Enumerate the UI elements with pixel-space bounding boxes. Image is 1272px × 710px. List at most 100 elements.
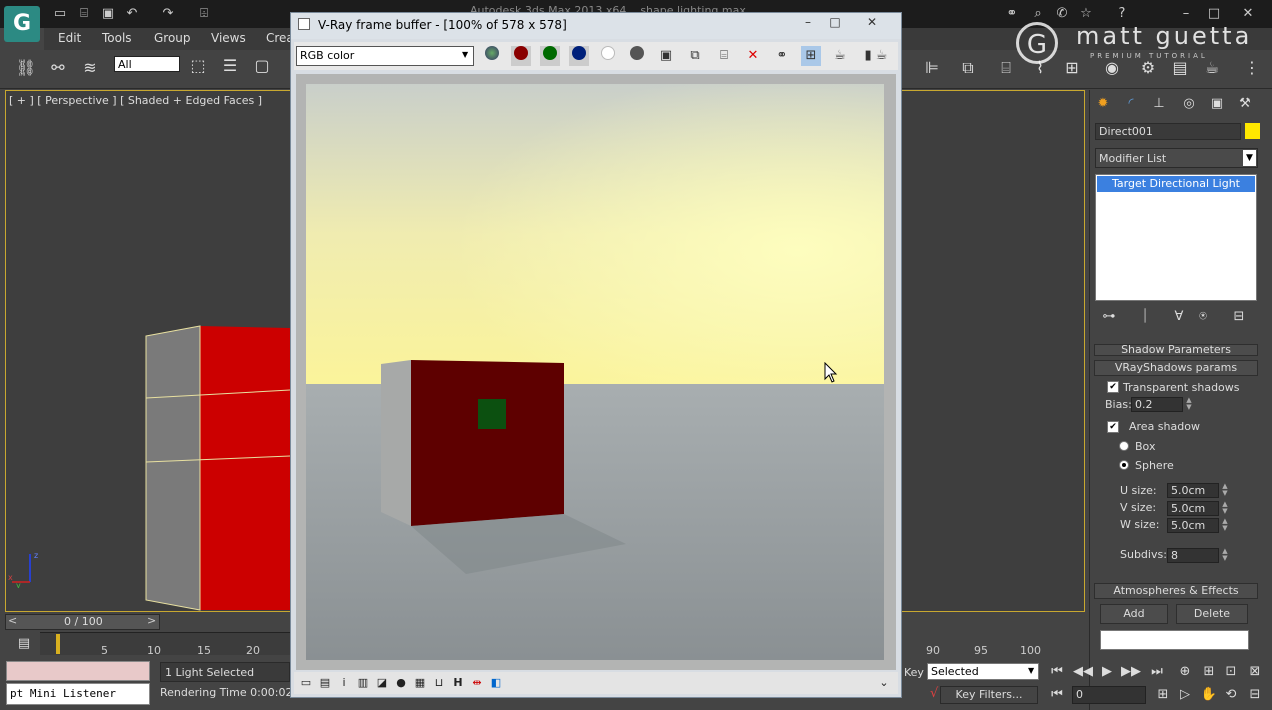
time-slider-prev-icon[interactable]: < [8, 614, 17, 627]
zoom-icon[interactable]: ⊕ [1174, 664, 1196, 680]
histogram-icon[interactable]: H [450, 676, 466, 690]
spinner-arrows-icon[interactable]: ▲ ▼ [1221, 548, 1229, 563]
create-tab-icon[interactable]: ✹ [1092, 94, 1114, 114]
make-unique-icon[interactable]: ∀ [1168, 307, 1190, 327]
layer-manager-icon[interactable]: ⧉ [956, 56, 980, 80]
subdivs-spinner[interactable]: 8 [1167, 548, 1219, 563]
go-to-start-icon[interactable]: ⏮ [1046, 664, 1068, 680]
box-radio[interactable] [1119, 441, 1129, 451]
delete-button[interactable]: Delete [1176, 604, 1248, 624]
modifier-stack[interactable] [1095, 174, 1257, 301]
save-all-channels-icon[interactable]: ⧉ [685, 46, 705, 66]
display-tab-icon[interactable]: ▣ [1206, 94, 1228, 114]
history-icon[interactable]: ▤ [317, 676, 333, 690]
v-size-spinner[interactable]: 5.0cm [1167, 501, 1219, 516]
undo-icon[interactable]: ↶ [124, 6, 140, 22]
rollout-vrayshadows-params[interactable]: VRayShadows params [1094, 360, 1258, 376]
blue-channel-icon[interactable] [569, 46, 589, 66]
maximize-app-icon[interactable]: □ [1206, 6, 1222, 22]
menu-tools[interactable]: Tools [102, 31, 132, 45]
time-slider-next-icon[interactable]: > [147, 614, 156, 627]
red-channel-icon[interactable] [511, 46, 531, 66]
viewport-label[interactable]: [ + ] [ Perspective ] [ Shaded + Edged F… [9, 94, 262, 107]
next-frame-icon[interactable]: ▶▶ [1120, 664, 1142, 680]
go-to-end-icon[interactable]: ⏭ [1146, 664, 1168, 680]
duplicate-to-max-vfb-icon[interactable]: ⚭ [772, 46, 792, 66]
maxscript-listener-input[interactable] [6, 661, 150, 681]
hierarchy-tab-icon[interactable]: ⊥ [1148, 94, 1170, 114]
region-render-icon[interactable]: ☕ [830, 46, 850, 66]
graphite-tools-icon[interactable]: ⌸ [994, 56, 1018, 80]
load-image-icon[interactable]: ⌸ [714, 46, 734, 66]
object-color-swatch[interactable] [1245, 123, 1260, 139]
binoculars-icon[interactable]: ⚭ [1004, 6, 1020, 22]
selection-filter-dropdown[interactable]: All [114, 56, 180, 72]
time-marker[interactable] [56, 634, 60, 654]
schematic-view-icon[interactable]: ⊞ [1060, 56, 1084, 80]
expand-panel-icon[interactable]: ⌄ [876, 676, 892, 690]
link-icon[interactable]: ⛓ [14, 56, 38, 80]
spinner-arrows-icon[interactable]: ▲ ▼ [1185, 397, 1193, 412]
pixel-info-icon[interactable]: i [336, 676, 352, 690]
atmospheres-list[interactable] [1100, 630, 1249, 650]
play-icon[interactable]: ▶ [1096, 664, 1118, 680]
green-channel-icon[interactable] [540, 46, 560, 66]
close-app-icon[interactable]: ✕ [1240, 6, 1256, 22]
modifier-stack-item[interactable]: Target Directional Light [1097, 176, 1255, 192]
add-button[interactable]: Add [1100, 604, 1168, 624]
save-image-icon[interactable]: ▣ [656, 46, 676, 66]
rgb-channels-icon[interactable] [482, 46, 502, 66]
rectangular-selection-icon[interactable]: ▢ [250, 54, 274, 78]
align-icon[interactable]: ⊫ [920, 56, 944, 80]
search-icon[interactable]: ⌕ [1030, 6, 1046, 22]
key-mode-toggle-icon[interactable]: ⏮ [1046, 687, 1068, 703]
compare-ab-icon[interactable]: ⇹ [469, 676, 485, 690]
minimize-app-icon[interactable]: – [1178, 6, 1194, 22]
chevron-down-icon[interactable]: ▼ [462, 50, 468, 59]
track-mouse-icon[interactable]: ⊞ [801, 46, 821, 66]
chevron-down-icon[interactable]: ▼ [1028, 666, 1034, 675]
utilities-tab-icon[interactable]: ⚒ [1234, 94, 1256, 114]
communication-icon[interactable]: ✆ [1054, 6, 1070, 22]
rendered-image[interactable] [296, 74, 896, 670]
redo-icon[interactable]: ↷ [160, 6, 176, 22]
srgb-icon[interactable]: ▦ [412, 676, 428, 690]
maxscript-listener-output[interactable]: pt Mini Listener [6, 683, 150, 705]
rollout-atmospheres-effects[interactable]: Atmospheres & Effects [1094, 583, 1258, 599]
compare-horizontal-icon[interactable]: ◧ [488, 676, 504, 690]
select-object-icon[interactable]: ⬚ [186, 54, 210, 78]
motion-tab-icon[interactable]: ◎ [1178, 94, 1200, 114]
bias-spinner[interactable]: 0.2 [1131, 397, 1183, 412]
maximize-icon[interactable]: □ [823, 14, 847, 30]
minimize-icon[interactable]: – [796, 14, 820, 30]
monochromatic-icon[interactable] [627, 46, 647, 66]
zoom-all-icon[interactable]: ⊞ [1198, 664, 1220, 680]
zoom-extents-all-icon[interactable]: ⊠ [1244, 664, 1266, 680]
show-corrections-icon[interactable]: ▭ [298, 676, 314, 690]
pin-stack-icon[interactable]: ⊶ [1098, 307, 1120, 327]
bind-spacewarp-icon[interactable]: ≋ [78, 56, 102, 80]
menu-group[interactable]: Group [154, 31, 191, 45]
field-of-view-icon[interactable]: ▷ [1174, 687, 1196, 703]
spinner-arrows-icon[interactable]: ▲ ▼ [1221, 518, 1229, 533]
remove-modifier-icon[interactable]: ⍟ [1192, 307, 1214, 327]
select-by-name-icon[interactable]: ☰ [218, 54, 242, 78]
lut-icon[interactable]: ⊔ [431, 676, 447, 690]
help-icon[interactable]: ? [1114, 6, 1130, 22]
current-frame-field[interactable]: 0 [1072, 686, 1146, 704]
new-file-icon[interactable]: ▭ [52, 6, 68, 22]
favorites-icon[interactable]: ☆ [1078, 6, 1094, 22]
curve-icon[interactable]: ◪ [374, 676, 390, 690]
spinner-arrows-icon[interactable]: ▲ ▼ [1221, 483, 1229, 498]
close-icon[interactable]: ✕ [860, 14, 884, 30]
rollout-shadow-parameters[interactable]: Shadow Parameters [1094, 344, 1258, 356]
w-size-spinner[interactable]: 5.0cm [1167, 518, 1219, 533]
time-config-icon[interactable]: ⊞ [1152, 687, 1174, 703]
configure-modifier-sets-icon[interactable]: ⊟ [1228, 307, 1250, 327]
maximize-viewport-icon[interactable]: ⊟ [1244, 687, 1266, 703]
toolbar-more-icon[interactable]: ⋮ [1240, 56, 1264, 80]
modify-tab-icon[interactable]: ◜ [1120, 94, 1142, 114]
sphere-radio[interactable] [1119, 460, 1129, 470]
save-icon[interactable]: ▣ [100, 6, 116, 22]
chevron-down-icon[interactable]: ▼ [1243, 150, 1256, 166]
